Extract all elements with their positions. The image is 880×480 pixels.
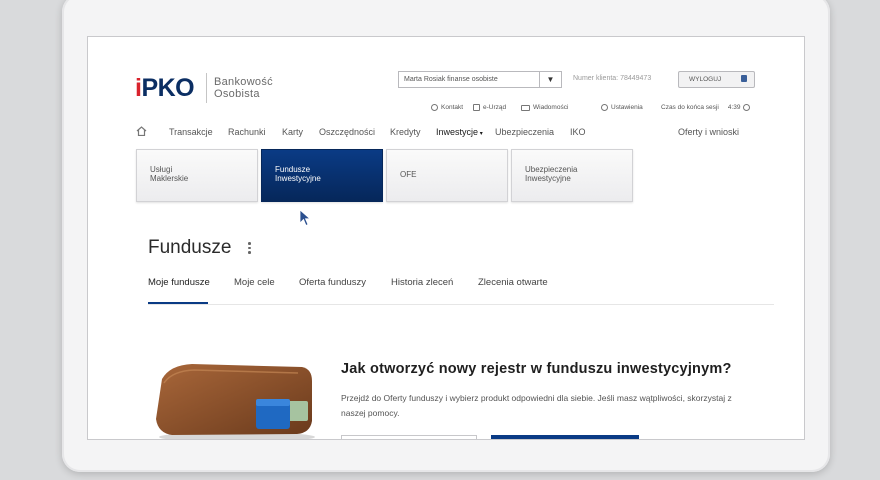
tab-moje-fundusze[interactable]: Moje fundusze bbox=[148, 277, 210, 288]
nav-item-karty[interactable]: Karty bbox=[282, 127, 303, 137]
session-time: 4:39 bbox=[727, 104, 741, 111]
context-select[interactable]: Marta Rosiak finanse osobiste ▼ bbox=[398, 71, 562, 88]
nav-item-transakcje[interactable]: Transakcje bbox=[169, 127, 213, 137]
context-select-value: Marta Rosiak finanse osobiste bbox=[404, 76, 498, 83]
client-number: Numer klienta: 78449473 bbox=[573, 75, 652, 82]
logo-divider bbox=[206, 73, 207, 103]
tile-label-line1: Ubezpieczenia bbox=[525, 165, 578, 174]
tile-label-line1: Fundusze bbox=[275, 165, 311, 174]
envelope-icon bbox=[521, 104, 530, 111]
tab-zlecenia-otwarte[interactable]: Zlecenia otwarte bbox=[478, 277, 548, 288]
page-title: Fundusze bbox=[148, 237, 232, 258]
tab-moje-cele[interactable]: Moje cele bbox=[234, 277, 275, 288]
main-nav: Transakcje Rachunki Karty Oszczędności K… bbox=[136, 126, 756, 141]
eoffice-link[interactable]: e-Urząd bbox=[473, 104, 506, 111]
lock-icon bbox=[741, 75, 747, 82]
tile-uslugi-maklerskie[interactable]: Usługi Maklerskie bbox=[136, 149, 258, 202]
primary-button[interactable] bbox=[491, 435, 639, 439]
tile-fundusze-inwestycyjne[interactable]: Fundusze Inwestycyjne bbox=[261, 149, 383, 202]
tab-historia-zlecen[interactable]: Historia zleceń bbox=[391, 277, 453, 288]
product-name: Bankowość Osobista bbox=[214, 76, 273, 100]
nav-item-oszczednosci[interactable]: Oszczędności bbox=[319, 127, 375, 137]
eoffice-label: e-Urząd bbox=[483, 104, 507, 111]
nav-item-rachunki[interactable]: Rachunki bbox=[228, 127, 266, 137]
nav-item-iko[interactable]: IKO bbox=[570, 127, 586, 137]
phone-icon bbox=[431, 104, 438, 111]
browser-screen: iPKO Bankowość Osobista Marta Rosiak fin… bbox=[87, 36, 805, 440]
tile-label-line1: OFE bbox=[400, 170, 417, 179]
product-line-1: Bankowość bbox=[214, 76, 273, 88]
messages-link[interactable]: Wiadomości bbox=[521, 104, 568, 111]
promo-title: Jak otworzyć nowy rejestr w funduszu inw… bbox=[341, 361, 732, 377]
settings-link[interactable]: Ustawienia bbox=[601, 104, 643, 111]
secondary-button[interactable] bbox=[341, 435, 477, 439]
logo-main: PKO bbox=[141, 74, 195, 102]
home-icon[interactable] bbox=[136, 126, 147, 136]
pko-logo[interactable]: iPKO bbox=[135, 74, 195, 103]
session-timer: Czas do końca sesji 4:39 bbox=[661, 104, 751, 111]
caret-down-icon: ▾ bbox=[478, 131, 483, 137]
nav-item-ubezpieczenia[interactable]: Ubezpieczenia bbox=[495, 127, 554, 137]
promo-text: Przejdź do Oferty funduszy i wybierz pro… bbox=[341, 393, 732, 418]
settings-label: Ustawienia bbox=[611, 104, 643, 111]
mouse-cursor-icon bbox=[299, 209, 311, 227]
tile-label-line2: Maklerskie bbox=[150, 174, 189, 183]
tab-oferta-funduszy[interactable]: Oferta funduszy bbox=[299, 277, 366, 288]
nav-item-inwestycje[interactable]: Inwestycje ▾ bbox=[436, 127, 483, 137]
tile-label-line2: Inwestycyjne bbox=[275, 174, 321, 183]
wallet-illustration bbox=[156, 364, 315, 439]
gear-icon bbox=[601, 104, 608, 111]
more-options-icon[interactable] bbox=[248, 242, 252, 256]
session-label: Czas do końca sesji bbox=[661, 104, 719, 111]
chevron-down-icon[interactable]: ▼ bbox=[539, 72, 561, 87]
tile-label-line2: Inwestycyjne bbox=[525, 174, 571, 183]
active-tab-indicator bbox=[148, 302, 208, 304]
nav-item-oferty[interactable]: Oferty i wnioski bbox=[678, 127, 739, 137]
nav-item-kredyty[interactable]: Kredyty bbox=[390, 127, 421, 137]
building-icon bbox=[473, 104, 480, 111]
contact-label: Kontakt bbox=[441, 104, 464, 111]
product-line-2: Osobista bbox=[214, 88, 260, 100]
contact-link[interactable]: Kontakt bbox=[431, 104, 463, 111]
clock-icon bbox=[743, 104, 751, 111]
logout-button[interactable]: WYLOGUJ bbox=[678, 71, 755, 88]
messages-label: Wiadomości bbox=[533, 104, 569, 111]
tile-label-line1: Usługi bbox=[150, 165, 173, 174]
tile-ubezpieczenia-inwestycyjne[interactable]: Ubezpieczenia Inwestycyjne bbox=[511, 149, 633, 202]
tabs-divider bbox=[148, 304, 774, 305]
tile-ofe[interactable]: OFE bbox=[386, 149, 508, 202]
logout-label: WYLOGUJ bbox=[689, 76, 722, 83]
